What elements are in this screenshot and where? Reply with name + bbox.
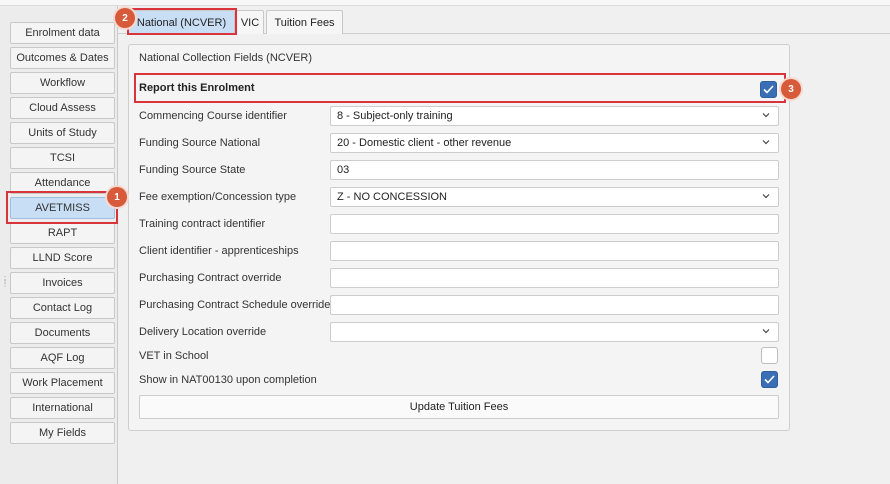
checkmark-icon <box>764 375 775 384</box>
client-identifier-input[interactable] <box>330 241 779 261</box>
funding-state-input[interactable]: 03 <box>330 160 779 180</box>
commencing-course-value: 8 - Subject-only training <box>337 110 453 122</box>
sidebar-item-international[interactable]: International <box>10 397 115 419</box>
row-label-training-contract: Training contract identifier <box>139 218 266 230</box>
row-label-show-nat: Show in NAT00130 upon completion <box>139 374 317 386</box>
row-label-purchasing-schedule: Purchasing Contract Schedule override <box>139 299 331 311</box>
top-strip <box>0 0 890 6</box>
highlight-avetmiss <box>6 191 118 224</box>
row-label-vet-in-school: VET in School <box>139 350 209 362</box>
sidebar-item-aqf-log[interactable]: AQF Log <box>10 347 115 369</box>
row-label-fee-exemption: Fee exemption/Concession type <box>139 191 297 203</box>
sidebar-item-llnd-score[interactable]: LLND Score <box>10 247 115 269</box>
sidebar-item-workflow[interactable]: Workflow <box>10 72 115 94</box>
step-badge-1: 1 <box>107 187 127 207</box>
sidebar-item-enrolment-data[interactable]: Enrolment data <box>10 22 115 44</box>
purchasing-schedule-input[interactable] <box>330 295 779 315</box>
chevron-down-icon <box>762 194 770 199</box>
row-label-commencing-course: Commencing Course identifier <box>139 110 287 122</box>
chevron-down-icon <box>762 140 770 145</box>
funding-national-value: 20 - Domestic client - other revenue <box>337 137 512 149</box>
vet-in-school-checkbox[interactable] <box>761 347 778 364</box>
splitter-grip-icon[interactable]: ⋮ ⋮ <box>1 276 9 290</box>
sidebar-item-rapt[interactable]: RAPT <box>10 222 115 244</box>
sidebar-item-tcsi[interactable]: TCSI <box>10 147 115 169</box>
step-badge-2: 2 <box>115 8 135 28</box>
row-label-funding-national: Funding Source National <box>139 137 261 149</box>
show-nat-checkbox[interactable] <box>761 371 778 388</box>
chevron-down-icon <box>762 329 770 334</box>
sidebar-item-work-placement[interactable]: Work Placement <box>10 372 115 394</box>
funding-national-select[interactable]: 20 - Domestic client - other revenue <box>330 133 779 153</box>
row-label-funding-state: Funding Source State <box>139 164 246 176</box>
highlight-national-tab <box>127 8 237 35</box>
row-label-delivery-location: Delivery Location override <box>139 326 267 338</box>
funding-state-value: 03 <box>337 164 350 176</box>
chevron-down-icon <box>762 113 770 118</box>
update-tuition-fees-button[interactable]: Update Tuition Fees <box>139 395 779 419</box>
sidebar-item-contact-log[interactable]: Contact Log <box>10 297 115 319</box>
sidebar-item-cloud-assess[interactable]: Cloud Assess <box>10 97 115 119</box>
row-label-client-identifier: Client identifier - apprenticeships <box>139 245 299 257</box>
tab-vic[interactable]: VIC <box>236 10 264 34</box>
delivery-location-select[interactable] <box>330 322 779 342</box>
highlight-report-row <box>134 73 786 103</box>
sidebar: Enrolment data Outcomes & Dates Workflow… <box>0 6 118 484</box>
sidebar-item-outcomes-dates[interactable]: Outcomes & Dates <box>10 47 115 69</box>
fee-exemption-value: Z - NO CONCESSION <box>337 191 448 203</box>
commencing-course-select[interactable]: 8 - Subject-only training <box>330 106 779 126</box>
sidebar-item-invoices[interactable]: Invoices <box>10 272 115 294</box>
sidebar-item-units-of-study[interactable]: Units of Study <box>10 122 115 144</box>
panel-title: National Collection Fields (NCVER) <box>139 52 313 64</box>
purchasing-contract-input[interactable] <box>330 268 779 288</box>
row-label-purchasing-contract: Purchasing Contract override <box>139 272 282 284</box>
sidebar-item-my-fields[interactable]: My Fields <box>10 422 115 444</box>
fee-exemption-select[interactable]: Z - NO CONCESSION <box>330 187 779 207</box>
training-contract-input[interactable] <box>330 214 779 234</box>
step-badge-3: 3 <box>781 79 801 99</box>
sidebar-item-documents[interactable]: Documents <box>10 322 115 344</box>
tab-tuition-fees[interactable]: Tuition Fees <box>266 10 343 34</box>
